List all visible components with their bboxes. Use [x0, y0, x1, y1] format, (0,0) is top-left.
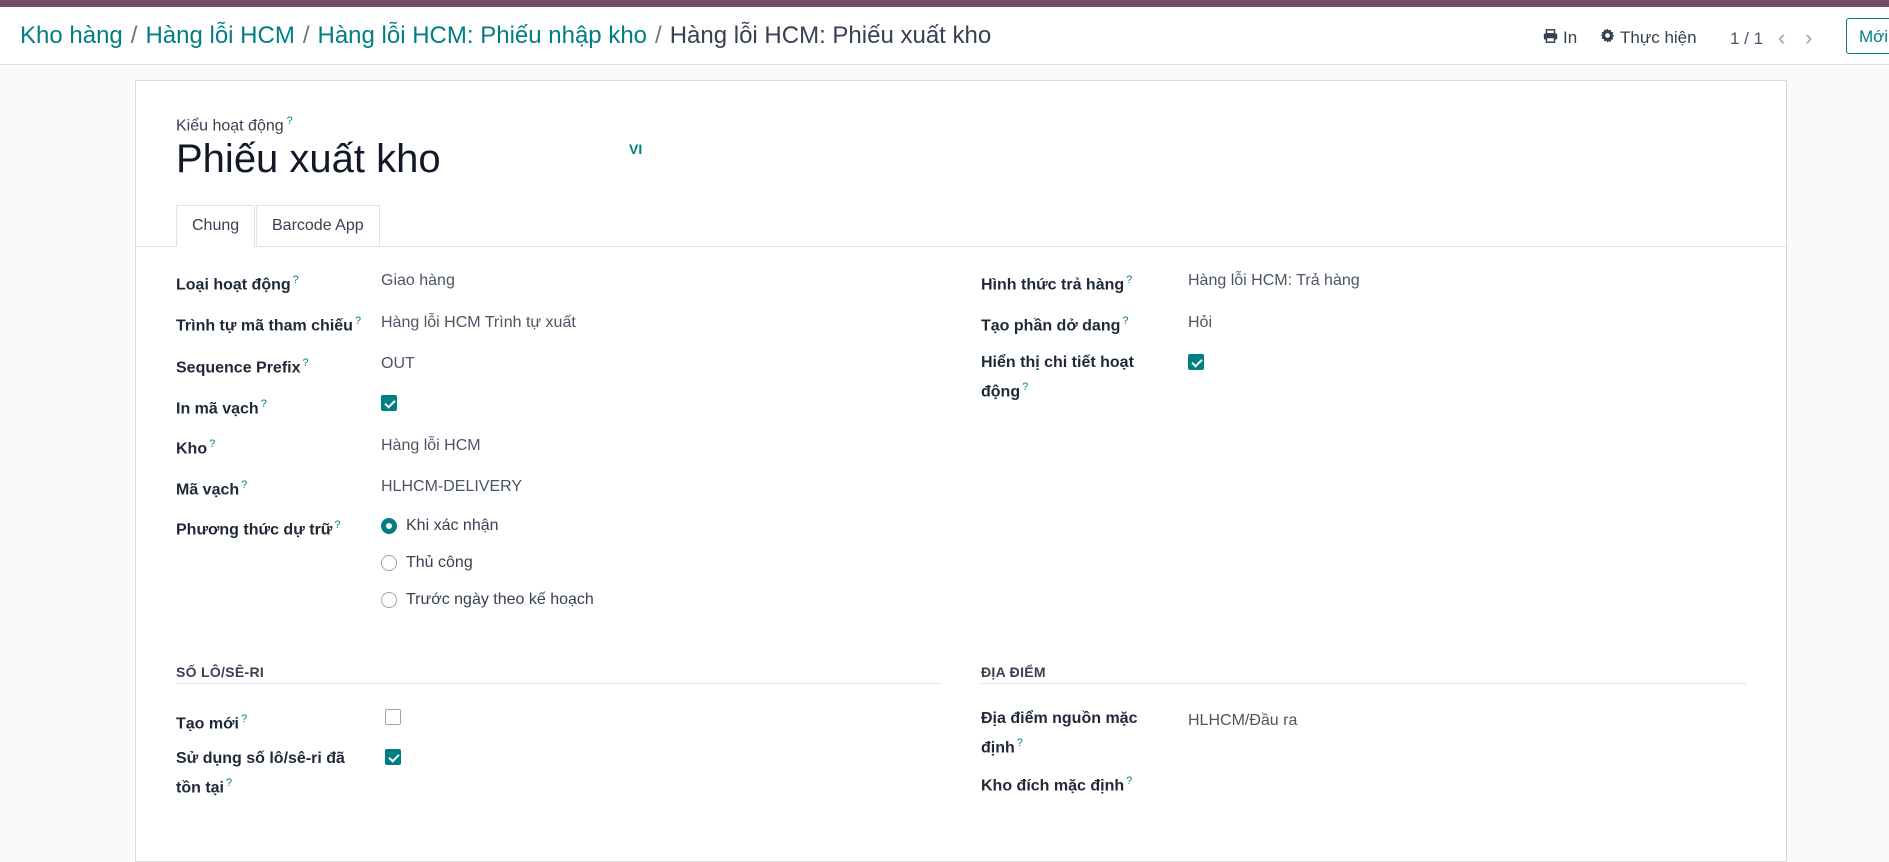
show-operations-checkbox[interactable] — [1188, 354, 1204, 370]
create-new-lots-label: Tạo mới? — [176, 713, 248, 733]
locations-section-heading: ĐỊA ĐIỂM — [981, 664, 1046, 680]
tab-barcode-app[interactable]: Barcode App — [256, 205, 380, 247]
breadcrumb-item-inventory[interactable]: Kho hàng — [20, 22, 123, 49]
language-button[interactable]: VI — [629, 141, 642, 157]
default-source-location-value[interactable]: HLHCM/Đầu ra — [1188, 709, 1297, 733]
reservation-option-label[interactable]: Khi xác nhận — [406, 514, 499, 538]
show-operations-label: Hiển thị chi tiết hoạt động? — [981, 354, 1134, 401]
sequence-label: Trình tự mã tham chiếu? — [176, 315, 362, 335]
print-barcode-checkbox[interactable] — [381, 395, 397, 411]
control-panel: Kho hàng / Hàng lỗi HCM / Hàng lỗi HCM: Phiế… — [0, 7, 1889, 65]
record-title[interactable]: Phiếu xuất kho — [176, 137, 441, 182]
breadcrumb-separator: / — [130, 22, 138, 49]
sequence-prefix-value[interactable]: OUT — [381, 352, 415, 376]
action-label: Thực hiện — [1620, 28, 1697, 47]
app-top-strip — [0, 0, 1889, 7]
printer-icon — [1543, 28, 1558, 48]
breadcrumb-separator: / — [302, 22, 310, 49]
operation-type-label: Loại hoạt động? — [176, 274, 299, 294]
action-button[interactable]: Thực hiện — [1600, 28, 1697, 48]
reservation-option-label[interactable]: Trước ngày theo kế hoạch — [406, 588, 594, 612]
default-source-location-label: Địa điểm nguồn mặc định? — [981, 710, 1138, 757]
tab-general[interactable]: Chung — [176, 205, 256, 247]
backorder-label: Tạo phần dở dang? — [981, 315, 1129, 335]
barcode-value[interactable]: HLHCM-DELIVERY — [381, 475, 522, 499]
new-button[interactable]: Mới — [1846, 18, 1889, 54]
return-type-value[interactable]: Hàng lỗi HCM: Trả hàng — [1188, 269, 1360, 293]
form-sheet: Kiểu hoạt động? Phiếu xuất kho VI Chung … — [135, 80, 1787, 862]
use-existing-lots-checkbox[interactable] — [385, 749, 401, 765]
chevron-right-icon[interactable]: › — [1805, 25, 1812, 51]
operation-kind-label: Kiểu hoạt động? — [176, 115, 293, 135]
tab-divider — [136, 246, 1786, 247]
reservation-radio-before-date[interactable] — [381, 592, 397, 608]
reservation-radio-at-confirm[interactable] — [381, 518, 397, 534]
section-divider — [981, 683, 1746, 684]
help-tooltip-icon[interactable]: ? — [287, 115, 293, 127]
print-button[interactable]: In — [1543, 28, 1577, 48]
default-destination-label: Kho đích mặc định? — [981, 775, 1133, 795]
backorder-value[interactable]: Hỏi — [1188, 311, 1212, 335]
breadcrumb: Kho hàng / Hàng lỗi HCM / Hàng lỗi HCM: Phiế… — [20, 22, 991, 50]
pager-value[interactable]: 1 / 1 — [1730, 29, 1763, 49]
breadcrumb-item-warehouse[interactable]: Hàng lỗi HCM — [145, 22, 294, 49]
breadcrumb-current: Hàng lỗi HCM: Phiếu xuất kho — [669, 22, 992, 49]
print-label: In — [1563, 28, 1578, 47]
lots-section-heading: SỐ LÔ/SÊ-RI — [176, 664, 265, 680]
sequence-value[interactable]: Hàng lỗi HCM Trình tự xuất — [381, 311, 576, 335]
breadcrumb-item-receipts[interactable]: Hàng lỗi HCM: Phiếu nhập kho — [318, 22, 648, 49]
return-type-label: Hình thức trả hàng? — [981, 274, 1133, 294]
create-new-lots-checkbox[interactable] — [385, 709, 401, 725]
sequence-prefix-label: Sequence Prefix? — [176, 357, 309, 377]
warehouse-value[interactable]: Hàng lỗi HCM — [381, 434, 481, 458]
warehouse-label: Kho? — [176, 438, 216, 458]
print-barcode-label: In mã vạch? — [176, 398, 267, 418]
chevron-left-icon[interactable]: ‹ — [1778, 25, 1785, 51]
use-existing-lots-label: Sử dụng số lô/sê-ri đã tồn tại? — [176, 750, 345, 797]
gear-icon — [1600, 28, 1615, 48]
section-divider — [176, 683, 941, 684]
breadcrumb-separator: / — [655, 22, 662, 49]
reservation-radio-manual[interactable] — [381, 555, 397, 571]
reservation-method-label: Phương thức dự trữ? — [176, 519, 341, 539]
barcode-label: Mã vạch? — [176, 479, 248, 499]
operation-type-value[interactable]: Giao hàng — [381, 269, 455, 293]
reservation-option-label[interactable]: Thủ công — [406, 551, 473, 575]
